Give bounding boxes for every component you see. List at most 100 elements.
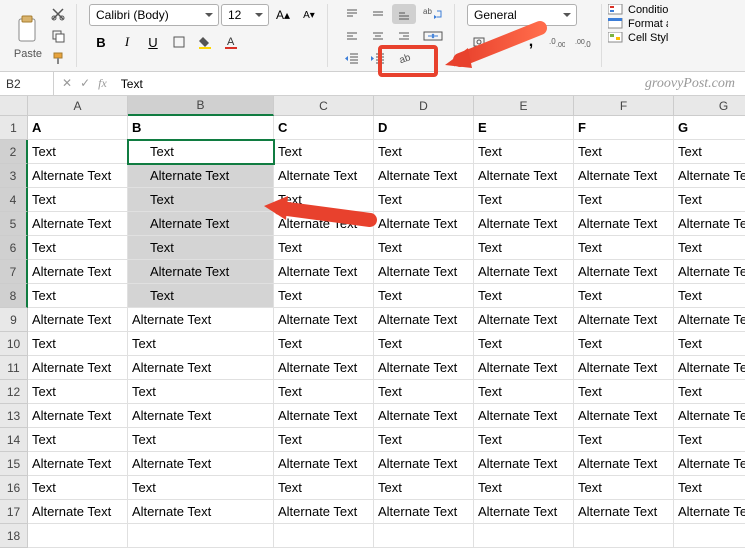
cell[interactable]: Text (474, 380, 574, 404)
column-header[interactable]: A (28, 96, 128, 116)
format-as-table-button[interactable]: Format as Table (608, 18, 668, 30)
cell[interactable]: Text (28, 380, 128, 404)
cell[interactable]: Alternate Text (574, 452, 674, 476)
select-all-corner[interactable] (0, 96, 28, 116)
percent-icon[interactable]: % (493, 32, 517, 52)
align-left-icon[interactable] (340, 26, 364, 46)
cell[interactable]: Text (374, 380, 474, 404)
paste-label[interactable]: Paste (14, 48, 42, 60)
cell[interactable]: Alternate Text (674, 404, 745, 428)
increase-indent-icon[interactable] (366, 48, 390, 68)
cell[interactable]: Text (374, 284, 474, 308)
wrap-text-icon[interactable]: ab (418, 4, 448, 24)
cell[interactable]: E (474, 116, 574, 140)
increase-font-icon[interactable]: A▴ (271, 5, 295, 25)
cell[interactable]: A (28, 116, 128, 140)
row-header[interactable]: 2 (0, 140, 28, 164)
cell[interactable]: Alternate Text (128, 452, 274, 476)
cell[interactable]: Alternate Text (674, 500, 745, 524)
row-header[interactable]: 13 (0, 404, 28, 428)
cell[interactable]: Text (28, 476, 128, 500)
row-header[interactable]: 16 (0, 476, 28, 500)
cell[interactable]: Text (574, 284, 674, 308)
fx-icon[interactable]: fx (98, 76, 107, 91)
column-header[interactable]: B (128, 96, 274, 116)
cell[interactable]: Alternate Text (474, 260, 574, 284)
cell[interactable]: Text (374, 188, 474, 212)
column-header[interactable]: E (474, 96, 574, 116)
cell[interactable]: Text (128, 236, 274, 260)
cell[interactable]: Text (128, 428, 274, 452)
cell[interactable]: Text (274, 236, 374, 260)
cell[interactable]: Text (128, 332, 274, 356)
cell[interactable]: F (574, 116, 674, 140)
currency-icon[interactable] (467, 32, 491, 52)
cell[interactable]: Text (274, 140, 374, 164)
orientation-icon[interactable]: ab (392, 48, 416, 68)
row-header[interactable]: 10 (0, 332, 28, 356)
border-icon[interactable] (167, 32, 191, 52)
column-header[interactable]: C (274, 96, 374, 116)
conditional-format-button[interactable]: Conditional Formatting (608, 4, 668, 16)
column-header[interactable]: D (374, 96, 474, 116)
cell[interactable]: Text (474, 140, 574, 164)
cell[interactable]: Text (574, 236, 674, 260)
cell[interactable]: Text (28, 188, 128, 212)
cell[interactable]: Alternate Text (674, 164, 745, 188)
cell[interactable]: Alternate Text (474, 308, 574, 332)
cell[interactable]: Text (128, 476, 274, 500)
row-header[interactable]: 1 (0, 116, 28, 140)
cell[interactable]: Alternate Text (474, 164, 574, 188)
cell[interactable]: Text (374, 236, 474, 260)
cell[interactable]: Alternate Text (274, 260, 374, 284)
row-header[interactable]: 11 (0, 356, 28, 380)
cell[interactable]: Text (374, 140, 474, 164)
cell[interactable]: Text (28, 284, 128, 308)
cell[interactable]: Text (28, 332, 128, 356)
cell[interactable]: Alternate Text (274, 164, 374, 188)
cell[interactable]: Alternate Text (674, 452, 745, 476)
cell[interactable]: Alternate Text (574, 308, 674, 332)
cell[interactable]: Alternate Text (674, 308, 745, 332)
decrease-font-icon[interactable]: A▾ (297, 5, 321, 25)
row-header[interactable]: 5 (0, 212, 28, 236)
cell[interactable]: Alternate Text (474, 212, 574, 236)
cell[interactable]: Text (474, 236, 574, 260)
row-header[interactable]: 18 (0, 524, 28, 548)
name-box[interactable]: B2 (0, 72, 54, 95)
font-color-icon[interactable]: A (219, 32, 243, 52)
cell[interactable]: Text (374, 332, 474, 356)
cell[interactable]: Alternate Text (128, 308, 274, 332)
cell[interactable]: Text (474, 188, 574, 212)
cell[interactable]: Text (574, 332, 674, 356)
cell[interactable] (28, 524, 128, 548)
cell[interactable]: Alternate Text (274, 500, 374, 524)
cell[interactable]: G (674, 116, 745, 140)
row-header[interactable]: 14 (0, 428, 28, 452)
cell[interactable]: Text (674, 476, 745, 500)
cut-icon[interactable] (46, 4, 70, 24)
cell[interactable]: Alternate Text (574, 260, 674, 284)
accept-formula-icon[interactable]: ✓ (80, 76, 90, 91)
cell-styles-button[interactable]: Cell Styles (608, 32, 668, 44)
cell[interactable]: Text (674, 236, 745, 260)
bold-button[interactable]: B (89, 32, 113, 52)
cell[interactable]: Text (474, 332, 574, 356)
cell[interactable]: Text (574, 380, 674, 404)
cell[interactable]: Alternate Text (28, 212, 128, 236)
align-top-icon[interactable] (340, 4, 364, 24)
cell[interactable]: Alternate Text (128, 212, 274, 236)
cell[interactable]: Alternate Text (474, 404, 574, 428)
row-header[interactable]: 6 (0, 236, 28, 260)
paste-icon[interactable] (12, 12, 44, 48)
cell[interactable]: Alternate Text (574, 356, 674, 380)
increase-decimal-icon[interactable]: .0.00 (545, 32, 569, 52)
align-center-icon[interactable] (366, 26, 390, 46)
cell[interactable]: Text (374, 476, 474, 500)
row-header[interactable]: 3 (0, 164, 28, 188)
row-header[interactable]: 15 (0, 452, 28, 476)
cell[interactable]: Alternate Text (274, 356, 374, 380)
cell[interactable]: Text (374, 428, 474, 452)
cell[interactable]: Alternate Text (574, 500, 674, 524)
cell[interactable]: Alternate Text (274, 212, 374, 236)
